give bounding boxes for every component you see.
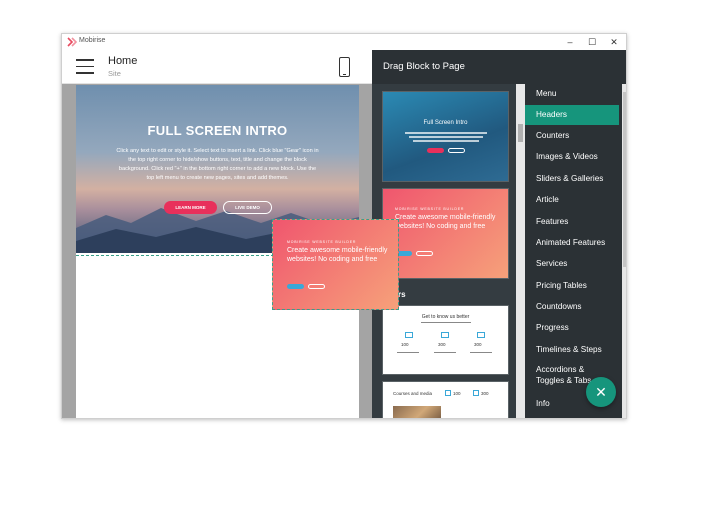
thumbnails-scrollbar-thumb[interactable] — [518, 124, 523, 142]
dragged-block-button — [287, 284, 304, 289]
title-bar: Mobirise – ☐ ✕ — [62, 34, 626, 50]
counter-value: 300 — [474, 342, 482, 347]
thumbnail-media-counters[interactable]: Courses and media 100 300 — [382, 381, 509, 418]
counter-icon — [473, 390, 479, 396]
thumbnail-text-line — [413, 140, 479, 142]
minimize-button[interactable]: – — [559, 34, 581, 50]
hero-text[interactable]: Click any text to edit or style it. Sele… — [116, 147, 319, 183]
thumbnail-button — [448, 148, 465, 153]
thumbnail-supertitle: MOBIRISE WEBSITE BUILDER — [395, 207, 465, 211]
category-list: Menu Headers Counters Images & Videos Sl… — [525, 84, 622, 418]
thumbnail-text-line — [405, 132, 487, 134]
category-progress[interactable]: Progress — [525, 318, 619, 338]
dragged-block[interactable]: MOBIRISE WEBSITE BUILDER Create awesome … — [272, 219, 399, 310]
thumbnail-text-line — [434, 352, 456, 353]
editor-header: Home Site — [62, 50, 372, 84]
panel-title: Drag Block to Page — [383, 61, 465, 72]
thumbnail-title: Create awesome mobile-friendly websites!… — [395, 214, 496, 230]
category-features[interactable]: Features — [525, 212, 619, 232]
counter-value: 100 — [453, 391, 461, 396]
thumbnail-gradient-header[interactable]: MOBIRISE WEBSITE BUILDER Create awesome … — [382, 188, 509, 279]
learn-more-button[interactable]: LEARN MORE — [164, 201, 217, 214]
close-window-button[interactable]: ✕ — [603, 34, 625, 50]
thumbnail-text-line — [397, 352, 419, 353]
category-sliders-galleries[interactable]: Sliders & Galleries — [525, 169, 619, 189]
maximize-button[interactable]: ☐ — [581, 34, 603, 50]
page-title[interactable]: Home — [108, 55, 137, 67]
category-pricing-tables[interactable]: Pricing Tables — [525, 276, 619, 296]
category-images-videos[interactable]: Images & Videos — [525, 147, 619, 167]
category-animated-features[interactable]: Animated Features — [525, 233, 619, 253]
dragged-block-button — [308, 284, 325, 289]
thumbnails-scrollbar[interactable] — [516, 84, 525, 418]
thumbnail-title: Full Screen Intro — [423, 120, 468, 126]
mobile-preview-icon[interactable] — [339, 57, 350, 77]
category-services[interactable]: Services — [525, 254, 619, 274]
categories-scrollbar[interactable] — [622, 84, 626, 418]
counter-value: 100 — [401, 342, 409, 347]
thumbnail-title: Get to know us better — [421, 314, 470, 320]
dragged-block-supertitle: MOBIRISE WEBSITE BUILDER — [287, 240, 357, 244]
thumbnail-title: Courses and media — [393, 391, 433, 396]
live-demo-button[interactable]: LIVE DEMO — [223, 201, 272, 214]
counter-icon — [441, 332, 449, 338]
dragged-block-title: Create awesome mobile-friendly websites!… — [287, 247, 388, 263]
category-headers[interactable]: Headers — [525, 105, 619, 125]
mobirise-logo-icon — [67, 37, 77, 47]
thumbnail-text-line — [409, 136, 483, 138]
category-timelines-steps[interactable]: Timelines & Steps — [525, 340, 619, 360]
hero-title[interactable]: FULL SCREEN INTRO — [76, 123, 359, 138]
categories-scrollbar-thumb[interactable] — [623, 92, 626, 267]
category-counters[interactable]: Counters — [525, 126, 619, 146]
thumbnail-button — [427, 148, 444, 153]
counter-icon — [405, 332, 413, 338]
category-menu[interactable]: Menu — [525, 84, 619, 104]
block-panel: Drag Block to Page Full Screen Intro MOB… — [372, 50, 626, 418]
media-image — [393, 406, 441, 418]
counter-icon — [445, 390, 451, 396]
close-icon[interactable]: ✕ — [586, 377, 616, 407]
app-name: Mobirise — [79, 37, 106, 44]
thumbnail-text-line — [421, 322, 471, 323]
thumbnail-full-screen-intro[interactable]: Full Screen Intro — [382, 91, 509, 182]
thumbnail-counters[interactable]: Get to know us better 100 300 300 — [382, 305, 509, 375]
thumbnail-button — [416, 251, 433, 256]
counter-value: 300 — [438, 342, 446, 347]
thumbnail-text-line — [470, 352, 492, 353]
category-countdowns[interactable]: Countdowns — [525, 297, 619, 317]
category-article[interactable]: Article — [525, 190, 619, 210]
counter-value: 300 — [481, 391, 489, 396]
hamburger-menu-icon[interactable] — [76, 59, 94, 75]
page-subtitle: Site — [108, 69, 121, 78]
counter-icon — [477, 332, 485, 338]
